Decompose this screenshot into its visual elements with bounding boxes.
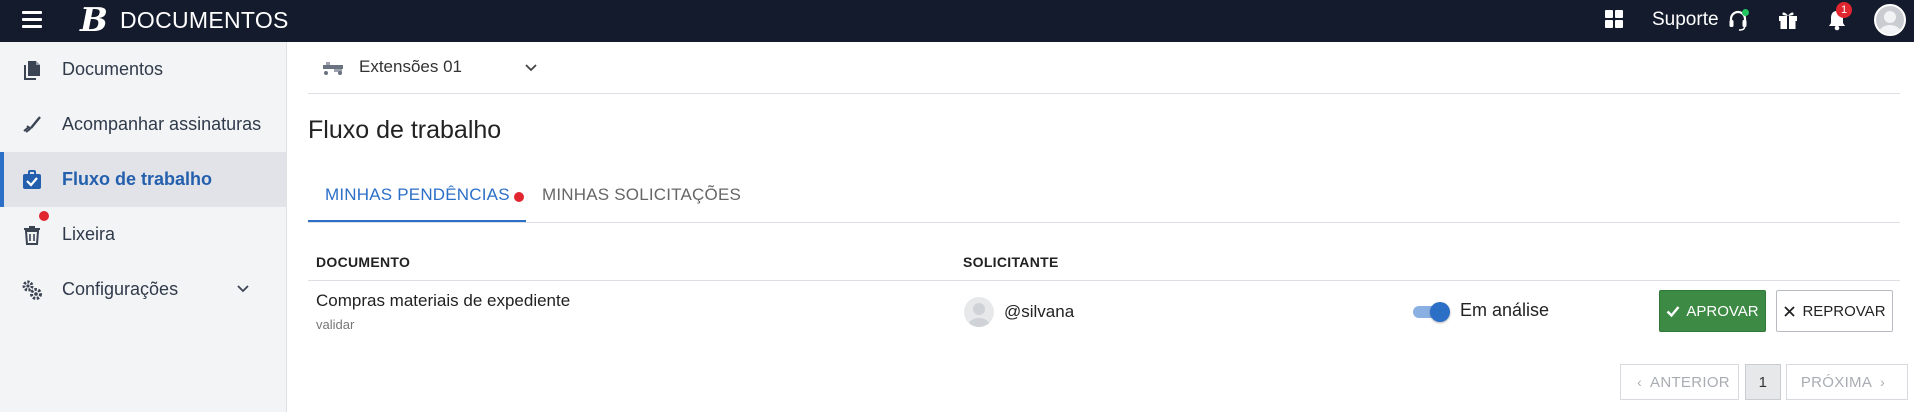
trash-icon xyxy=(24,226,40,245)
divider xyxy=(308,93,1900,94)
pagination-next-button[interactable]: PRÓXIMA › xyxy=(1786,364,1908,400)
approve-button[interactable]: APROVAR xyxy=(1659,290,1766,332)
tab-my-requests[interactable]: MINHAS SOLICITAÇÕES xyxy=(542,185,741,223)
documents-icon xyxy=(24,61,40,80)
status-label: Em análise xyxy=(1460,300,1550,320)
requester-name: @silvana xyxy=(1004,302,1075,321)
column-header-document: DOCUMENTO xyxy=(316,254,411,270)
chevron-down-icon xyxy=(237,285,249,293)
sidebar-item-documents[interactable]: Documentos xyxy=(0,42,286,97)
pagination-previous-label: ANTERIOR xyxy=(1650,373,1730,391)
status-toggle[interactable] xyxy=(1413,302,1450,322)
toggle-knob xyxy=(1430,302,1450,322)
approve-label: APROVAR xyxy=(1686,302,1759,320)
support-link[interactable]: Suporte xyxy=(1652,9,1719,31)
sidebar: Documentos Acompanhar assinaturas Fluxo … xyxy=(0,42,287,412)
logo: B xyxy=(80,0,108,39)
sidebar-item-signatures[interactable]: Acompanhar assinaturas xyxy=(0,97,286,152)
user-avatar[interactable] xyxy=(1874,4,1906,36)
sidebar-item-settings[interactable]: Configurações xyxy=(0,262,286,317)
settings-icon xyxy=(22,280,42,300)
apps-grid-icon[interactable] xyxy=(1605,10,1623,28)
sidebar-item-label: Documentos xyxy=(62,59,164,79)
sidebar-item-label: Lixeira xyxy=(62,224,116,244)
check-icon xyxy=(1667,306,1680,318)
menu-icon[interactable] xyxy=(22,11,42,29)
requester-avatar xyxy=(964,297,994,327)
requester-avatar-icon xyxy=(968,303,990,327)
workflow-icon xyxy=(23,170,41,189)
pagination-page-1[interactable]: 1 xyxy=(1745,364,1781,400)
chevron-right-icon: › xyxy=(1880,374,1886,390)
headset-icon[interactable] xyxy=(1727,9,1749,31)
pagination-previous-button[interactable]: ‹ ANTERIOR xyxy=(1620,364,1739,400)
top-bar: B DOCUMENTOS Suporte 1 xyxy=(0,0,1914,42)
signature-icon xyxy=(23,116,41,133)
extension-logo-icon xyxy=(323,62,343,75)
tab-my-pending[interactable]: MINHAS PENDÊNCIAS xyxy=(308,185,526,223)
reject-button[interactable]: REPROVAR xyxy=(1776,290,1893,332)
sidebar-item-workflow[interactable]: Fluxo de trabalho xyxy=(0,152,286,207)
reject-label: REPROVAR xyxy=(1802,302,1886,320)
page-title: Fluxo de trabalho xyxy=(308,116,502,144)
table-header-divider xyxy=(308,280,1900,281)
sidebar-item-label: Acompanhar assinaturas xyxy=(62,114,262,134)
extension-select[interactable]: Extensões 01 xyxy=(359,57,462,77)
workflow-notification-dot xyxy=(39,211,49,221)
user-avatar-icon xyxy=(1879,11,1901,34)
gift-icon[interactable] xyxy=(1777,9,1799,31)
notification-badge: 1 xyxy=(1836,2,1852,18)
app-title: DOCUMENTOS xyxy=(120,7,289,33)
sidebar-item-label: Fluxo de trabalho xyxy=(62,169,213,189)
chevron-down-icon[interactable] xyxy=(524,61,538,75)
chevron-left-icon: ‹ xyxy=(1637,374,1643,390)
column-header-requester: SOLICITANTE xyxy=(963,254,1059,270)
close-icon xyxy=(1784,305,1796,317)
tabs-divider xyxy=(308,222,1900,223)
document-title[interactable]: Compras materiais de expediente xyxy=(316,291,570,311)
pagination-next-label: PRÓXIMA xyxy=(1800,373,1873,391)
sidebar-item-label: Configurações xyxy=(62,279,179,299)
pending-notification-dot xyxy=(514,192,524,202)
document-subtitle: validar xyxy=(316,317,355,332)
